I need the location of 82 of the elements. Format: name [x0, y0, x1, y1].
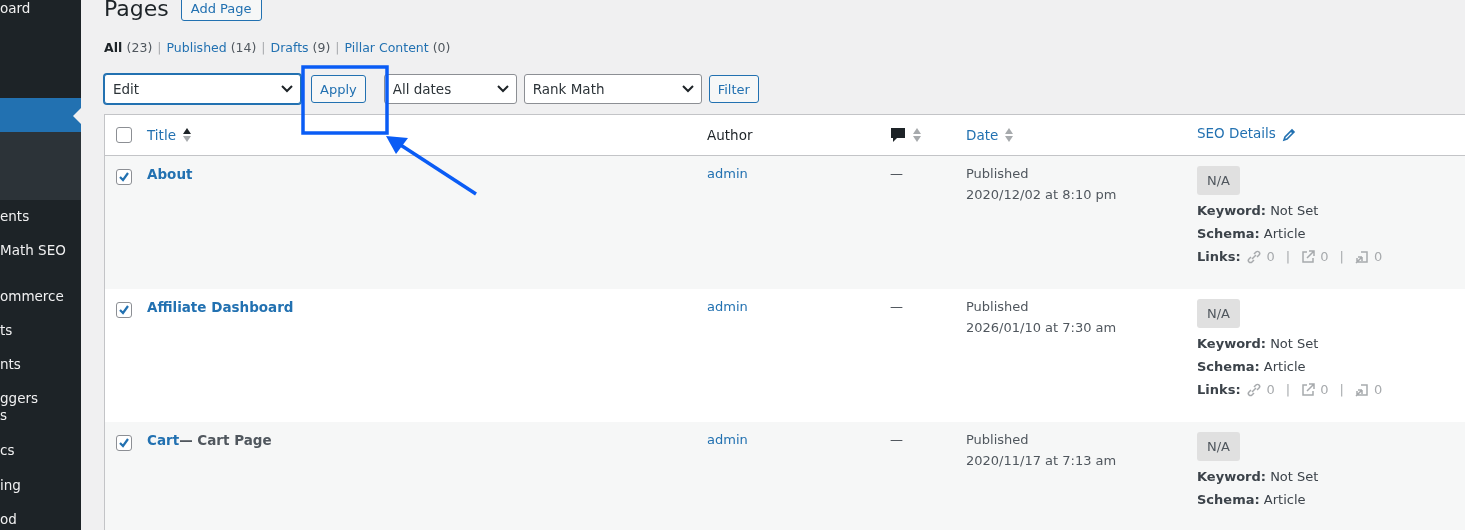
add-page-button[interactable]: Add Page — [180, 0, 262, 21]
column-header-link[interactable]: SEO Details — [1197, 125, 1276, 141]
internal-link-icon — [1354, 249, 1369, 264]
sidebar-item[interactable]: nts — [0, 356, 21, 373]
separator: | — [1339, 382, 1344, 397]
comment-count: — — [890, 432, 903, 447]
post-status: Published — [966, 432, 1030, 447]
view-filter-link[interactable]: Pillar Content (0) — [344, 39, 451, 55]
view-filter-link[interactable]: Drafts (9) — [270, 39, 331, 55]
link-icon — [1245, 382, 1262, 397]
schema-text: Schema: Article — [1197, 226, 1306, 241]
author-link[interactable]: admin — [707, 299, 748, 314]
select-all-checkbox[interactable] — [116, 127, 132, 143]
seo-score-badge: N/A — [1197, 166, 1240, 195]
author-link[interactable]: admin — [707, 432, 748, 447]
link-count: 0 — [1373, 249, 1383, 264]
keyword-text: Keyword: Not Set — [1197, 336, 1319, 351]
keyword-text: Keyword: Not Set — [1197, 203, 1319, 218]
comment-count: — — [890, 166, 903, 181]
external-link-icon — [1301, 382, 1316, 397]
post-date: 2020/11/17 at 7:13 am — [966, 453, 1118, 468]
comment-icon — [890, 127, 906, 143]
schema-text: Schema: Article — [1197, 359, 1306, 374]
sidebar-item[interactable]: Math SEO — [0, 242, 66, 259]
row-checkbox[interactable] — [116, 302, 132, 318]
link-icon — [1245, 249, 1262, 264]
column-header-link[interactable]: Title — [147, 127, 176, 143]
sidebar-item[interactable]: ing — [0, 477, 21, 494]
seo-score-badge: N/A — [1197, 299, 1240, 328]
external-link-icon — [1301, 249, 1316, 264]
sort-icon[interactable] — [181, 127, 192, 143]
row-checkbox[interactable] — [116, 169, 132, 185]
post-status: Published — [966, 299, 1030, 314]
post-date: 2020/12/02 at 8:10 pm — [966, 187, 1118, 202]
comment-count: — — [890, 299, 903, 314]
sidebar-item[interactable]: ents — [0, 208, 30, 225]
separator: | — [1285, 249, 1291, 264]
link-count: 0 — [1320, 382, 1329, 397]
sidebar-item[interactable]: oard — [0, 0, 31, 17]
current-menu-item[interactable] — [0, 98, 81, 132]
page-title-link[interactable]: About — [147, 166, 193, 182]
separator: | — [261, 39, 266, 55]
links-label: Links: — [1197, 249, 1241, 264]
page-title-link[interactable]: Affiliate Dashboard — [147, 299, 294, 315]
separator: | — [157, 39, 162, 55]
link-count: 0 — [1373, 382, 1383, 397]
bulk-action-select[interactable]: Edit — [104, 74, 301, 104]
sidebar-item[interactable]: ommerce — [0, 288, 64, 305]
page-title-link[interactable]: Cart— Cart Page — [147, 432, 272, 448]
links-label: Links: — [1197, 382, 1241, 397]
post-status: Published — [966, 166, 1030, 181]
sidebar-item[interactable]: ggers s — [0, 390, 39, 424]
column-header: Author — [707, 127, 753, 143]
column-header-link[interactable]: Date — [966, 127, 999, 143]
chevron-icon — [680, 84, 695, 94]
page-title: Pages — [104, 0, 169, 21]
link-count: 0 — [1320, 249, 1329, 264]
chevron-icon — [280, 84, 294, 94]
separator: | — [335, 39, 340, 55]
internal-link-icon — [1354, 382, 1369, 397]
apply-button[interactable]: Apply — [311, 75, 366, 103]
link-count: 0 — [1266, 249, 1275, 264]
separator: | — [1339, 249, 1344, 264]
seo-filter-select[interactable]: Rank Math — [523, 74, 702, 104]
view-filter-link[interactable]: Published (14) — [166, 39, 257, 55]
chevron-icon — [495, 84, 510, 94]
author-link[interactable]: admin — [707, 166, 748, 181]
post-date: 2026/01/10 at 7:30 am — [966, 320, 1118, 335]
separator: | — [1285, 382, 1291, 397]
seo-score-badge: N/A — [1197, 432, 1240, 461]
date-filter-select[interactable]: All dates — [383, 74, 517, 104]
pencil-icon[interactable] — [1281, 128, 1296, 142]
sidebar-item[interactable]: od — [0, 511, 17, 528]
filter-button[interactable]: Filter — [708, 75, 759, 103]
sidebar-item[interactable]: ts — [0, 322, 13, 339]
sidebar-item[interactable]: cs — [0, 442, 15, 459]
keyword-text: Keyword: Not Set — [1197, 469, 1319, 484]
schema-text: Schema: Article — [1197, 492, 1306, 507]
row-checkbox[interactable] — [116, 435, 132, 451]
link-count: 0 — [1266, 382, 1275, 397]
view-filter-link[interactable]: All (23) — [104, 39, 153, 55]
notch-icon — [73, 108, 81, 124]
